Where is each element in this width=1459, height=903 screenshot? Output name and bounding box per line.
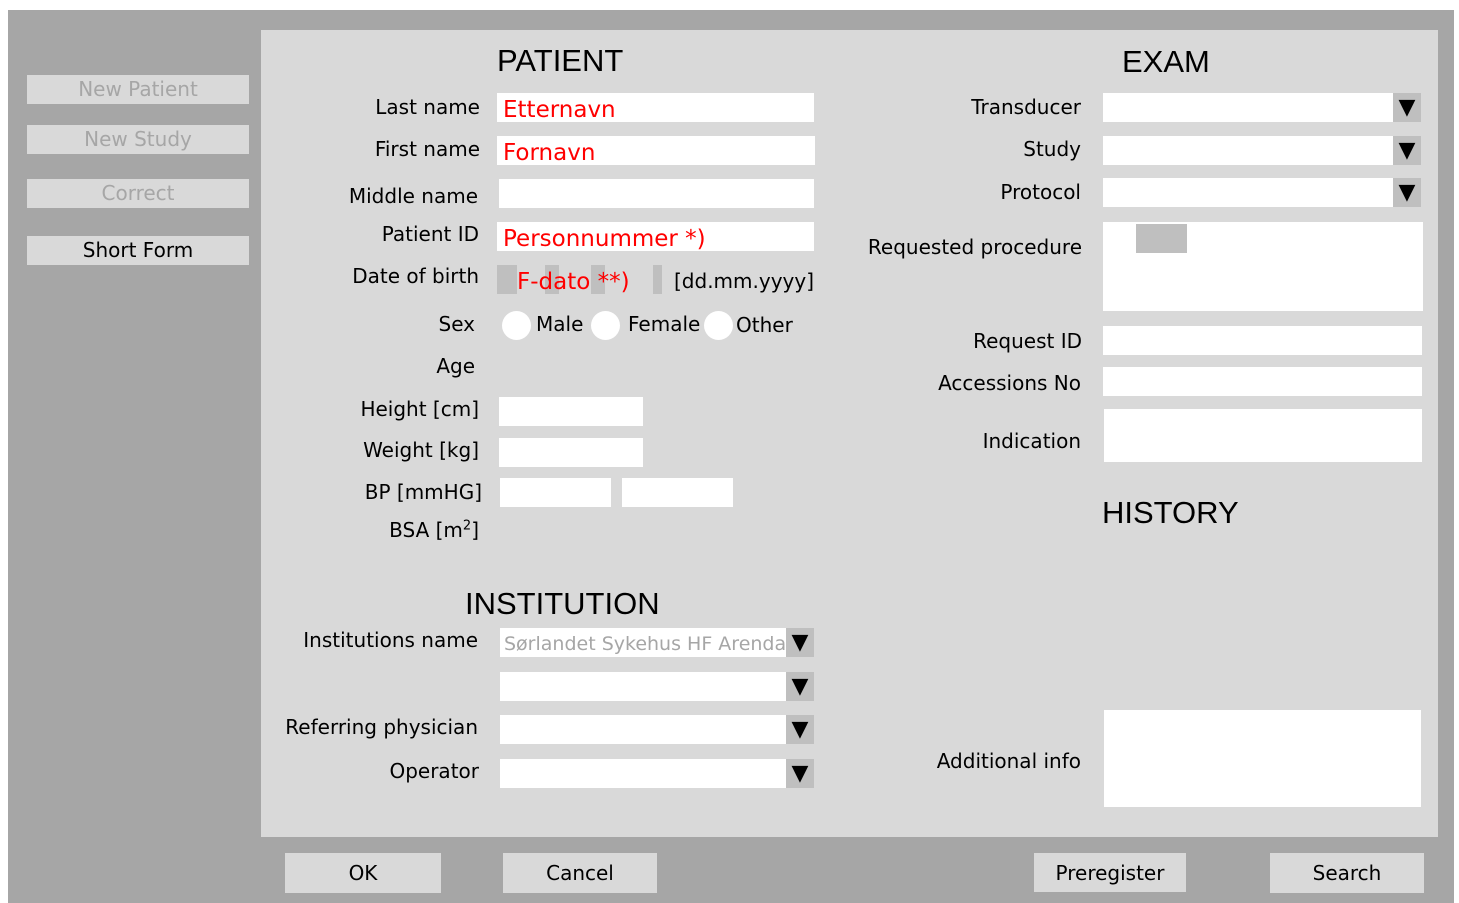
referring-physician-label: Referring physician <box>285 715 478 739</box>
sex-female-label: Female <box>628 312 701 336</box>
middle-name-label: Middle name <box>348 184 478 208</box>
indication-input[interactable] <box>1104 409 1422 462</box>
bp-label: BP [mmHG] <box>364 480 482 504</box>
sex-other-radio[interactable] <box>704 311 733 340</box>
operator-dropdown-icon[interactable]: ▼ <box>786 759 814 788</box>
request-id-input[interactable] <box>1103 326 1422 355</box>
transducer-select[interactable] <box>1103 93 1393 122</box>
requested-procedure-item[interactable] <box>1136 224 1187 253</box>
sex-male-radio[interactable] <box>502 311 531 340</box>
requested-procedure-label: Requested procedure <box>867 235 1082 259</box>
new-study-button[interactable]: New Study <box>27 125 249 154</box>
dob-value: F-dato **) <box>517 269 630 295</box>
correct-button[interactable]: Correct <box>27 179 249 208</box>
referring-physician-dropdown-icon[interactable]: ▼ <box>786 715 814 744</box>
last-name-input[interactable]: Etternavn <box>497 93 814 122</box>
sex-label: Sex <box>438 312 475 336</box>
sex-other-label: Other <box>736 313 793 337</box>
patient-heading: PATIENT <box>497 43 624 78</box>
accessions-no-input[interactable] <box>1103 367 1422 396</box>
middle-name-input[interactable] <box>499 179 814 208</box>
dob-input[interactable]: F-dato **) <box>497 265 662 295</box>
patient-id-input[interactable]: Personnummer *) <box>497 222 814 251</box>
weight-label: Weight [kg] <box>363 438 479 462</box>
protocol-label: Protocol <box>1000 180 1081 204</box>
department-dropdown-icon[interactable]: ▼ <box>786 672 814 701</box>
first-name-input[interactable]: Fornavn <box>497 136 815 165</box>
cancel-button[interactable]: Cancel <box>503 853 657 893</box>
protocol-dropdown-icon[interactable]: ▼ <box>1393 178 1421 207</box>
study-label: Study <box>1023 137 1081 161</box>
age-label: Age <box>436 354 475 378</box>
department-select[interactable] <box>500 672 786 701</box>
request-id-label: Request ID <box>973 329 1082 353</box>
transducer-dropdown-icon[interactable]: ▼ <box>1393 93 1421 122</box>
requested-procedure-list[interactable] <box>1103 222 1423 311</box>
ok-button[interactable]: OK <box>285 853 441 893</box>
study-dropdown-icon[interactable]: ▼ <box>1393 136 1421 165</box>
sex-female-radio[interactable] <box>591 311 620 340</box>
dob-label: Date of birth <box>352 264 479 288</box>
search-button[interactable]: Search <box>1270 853 1424 893</box>
bsa-label: BSA [m2] <box>389 518 479 542</box>
dob-format-hint: [dd.mm.yyyy] <box>674 269 815 293</box>
sex-male-label: Male <box>536 312 584 336</box>
patient-id-label: Patient ID <box>381 222 479 246</box>
additional-info-input[interactable] <box>1104 710 1421 807</box>
height-label: Height [cm] <box>360 397 479 421</box>
protocol-select[interactable] <box>1103 178 1393 207</box>
short-form-button[interactable]: Short Form <box>27 236 249 265</box>
history-heading: HISTORY <box>1102 495 1239 530</box>
exam-heading: EXAM <box>1122 44 1210 79</box>
operator-label: Operator <box>389 759 479 783</box>
institution-heading: INSTITUTION <box>465 586 660 621</box>
accessions-no-label: Accessions No <box>938 371 1081 395</box>
new-patient-button[interactable]: New Patient <box>27 75 249 104</box>
study-select[interactable] <box>1103 136 1393 165</box>
preregister-button[interactable]: Preregister <box>1034 853 1186 892</box>
bp-systolic-input[interactable] <box>500 478 611 507</box>
institution-name-label: Institutions name <box>303 628 478 652</box>
transducer-label: Transducer <box>971 95 1081 119</box>
indication-label: Indication <box>982 429 1081 453</box>
height-input[interactable] <box>499 397 643 426</box>
weight-input[interactable] <box>499 438 643 467</box>
dob-end-segment <box>653 265 662 294</box>
referring-physician-select[interactable] <box>500 715 786 744</box>
last-name-label: Last name <box>375 95 480 119</box>
institution-name-select[interactable]: Sørlandet Sykehus HF Arendal <box>500 628 786 657</box>
additional-info-label: Additional info <box>936 749 1081 773</box>
operator-select[interactable] <box>500 759 786 788</box>
first-name-label: First name <box>374 137 480 161</box>
institution-name-dropdown-icon[interactable]: ▼ <box>786 628 814 657</box>
bp-diastolic-input[interactable] <box>622 478 733 507</box>
